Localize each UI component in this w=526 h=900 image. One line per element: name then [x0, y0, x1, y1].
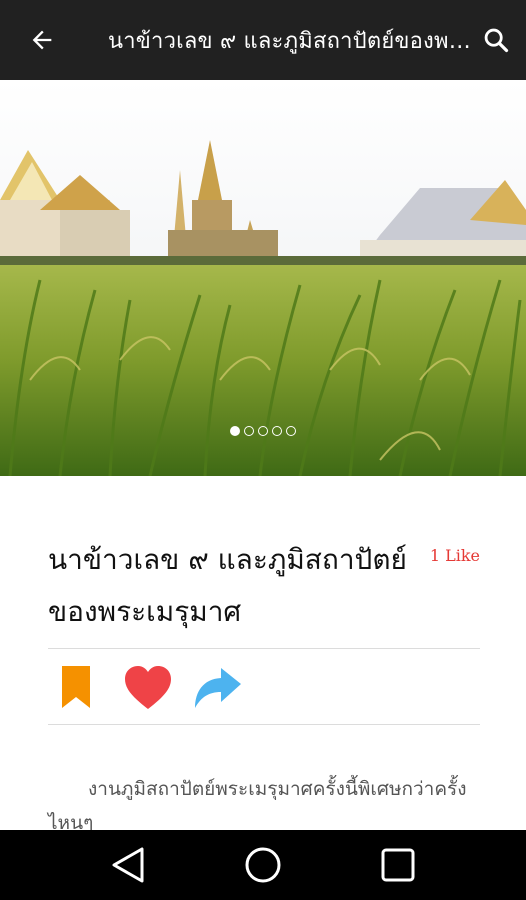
- page-dot-2[interactable]: [244, 426, 254, 436]
- page-dot-5[interactable]: [286, 426, 296, 436]
- system-navigation-bar: [0, 830, 526, 900]
- action-bar: [48, 652, 480, 724]
- app-bar: นาข้าวเลข ๙ และภูมิสถาปัตย์ของพระเมรุมาศ: [0, 0, 526, 80]
- nav-recents-button[interactable]: [368, 835, 428, 895]
- arrow-left-icon: [32, 30, 52, 50]
- search-icon: [484, 28, 509, 53]
- bookmark-button[interactable]: [50, 666, 102, 710]
- heart-icon: [125, 666, 171, 709]
- like-count: 1 Like: [429, 546, 480, 565]
- search-button[interactable]: [476, 20, 516, 60]
- heart-button[interactable]: [122, 665, 174, 711]
- circle-home-icon: [245, 847, 281, 883]
- rice-field-photo: [0, 80, 526, 476]
- nav-back-button[interactable]: [98, 835, 158, 895]
- nav-home-button[interactable]: [233, 835, 293, 895]
- bookmark-icon: [62, 666, 90, 708]
- square-recents-icon: [381, 848, 415, 882]
- page-dot-4[interactable]: [272, 426, 282, 436]
- divider-top: [48, 648, 480, 649]
- page-dot-1[interactable]: [230, 426, 240, 436]
- article-headline: นาข้าวเลข ๙ และภูมิสถาปัตย์ของพระเมรุมาศ: [48, 543, 407, 628]
- gallery-page-indicator: [0, 426, 526, 436]
- triangle-back-icon: [112, 847, 144, 883]
- page-dot-3[interactable]: [258, 426, 268, 436]
- image-gallery[interactable]: [0, 80, 526, 476]
- divider-bottom: [48, 724, 480, 725]
- share-icon: [195, 668, 241, 708]
- page-title: นาข้าวเลข ๙ และภูมิสถาปัตย์ของพระเมรุมาศ: [108, 28, 478, 54]
- share-button[interactable]: [192, 666, 244, 710]
- back-button[interactable]: [0, 0, 84, 80]
